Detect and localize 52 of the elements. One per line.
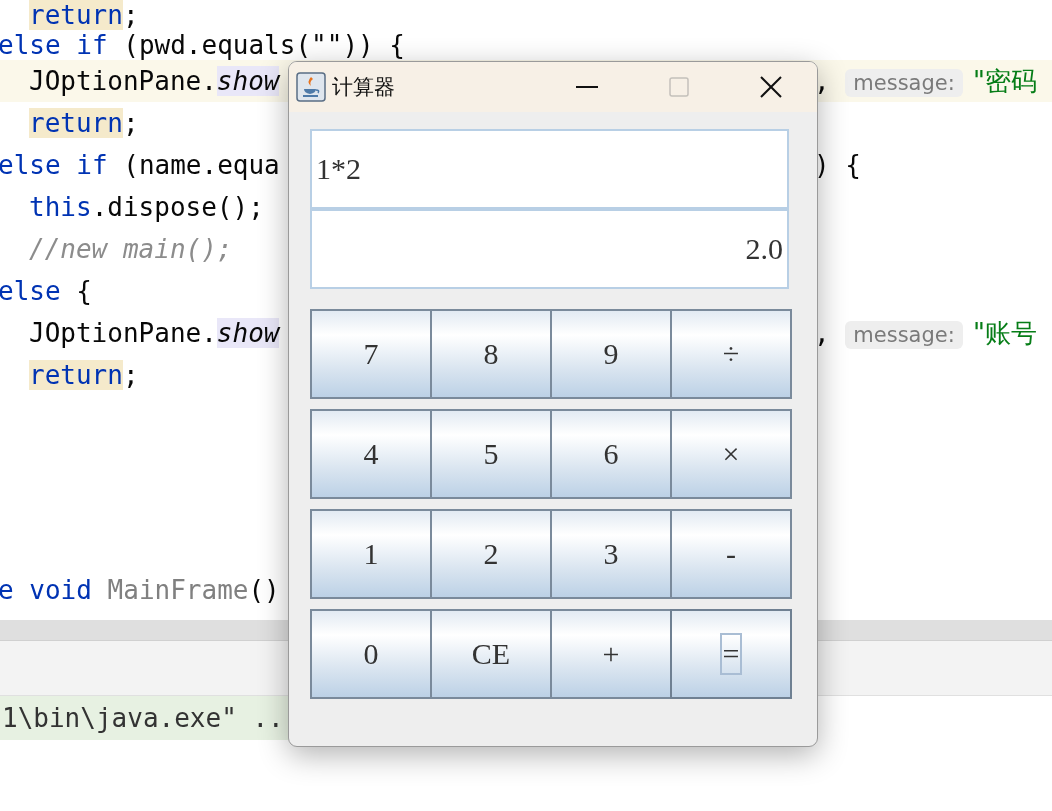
calculator-key[interactable]: = <box>670 609 792 699</box>
calculator-key[interactable]: 0 <box>310 609 432 699</box>
calculator-key[interactable]: ÷ <box>670 309 792 399</box>
keyword: return <box>29 360 123 390</box>
calculator-key[interactable]: CE <box>430 609 552 699</box>
code-text: () <box>248 575 280 605</box>
parameter-hint: message: <box>845 320 963 349</box>
keyword: this <box>29 192 92 222</box>
code-text: ) { <box>814 150 861 180</box>
coffee-cup-icon <box>296 72 326 102</box>
method-name: show <box>216 66 280 96</box>
calculator-key[interactable]: 2 <box>430 509 552 599</box>
method-name: show <box>216 318 280 348</box>
calculator-key[interactable]: - <box>670 509 792 599</box>
calculator-key[interactable]: + <box>550 609 672 699</box>
calculator-key[interactable]: 6 <box>550 409 672 499</box>
parameter-hint: message: <box>845 68 963 97</box>
code-text: ; <box>122 108 139 138</box>
code-text: JOptionPane. <box>29 318 217 348</box>
minimize-icon <box>576 86 598 88</box>
code-comment: //new main(); <box>29 234 233 264</box>
code-text: ; <box>122 360 139 390</box>
method-name: MainFrame <box>106 575 249 605</box>
code-text: , <box>814 65 831 96</box>
calculator-key[interactable]: 7 <box>310 309 432 399</box>
calculator-key[interactable]: 4 <box>310 409 432 499</box>
maximize-icon <box>668 76 690 98</box>
keyword: return <box>29 0 123 30</box>
calculator-key[interactable]: 5 <box>430 409 552 499</box>
calculator-key[interactable]: 8 <box>430 309 552 399</box>
code-text: ; <box>122 0 139 30</box>
calculator-key[interactable]: 3 <box>550 509 672 599</box>
calculator-key[interactable]: × <box>670 409 792 499</box>
keyword: e void <box>0 575 92 605</box>
string-literal: "账号 <box>972 317 1037 348</box>
string-literal: "密码 <box>972 65 1037 96</box>
code-text: , <box>814 317 831 348</box>
keyword: else if <box>0 150 108 180</box>
code-text: .dispose(); <box>91 192 264 222</box>
window-title: 计算器 <box>332 74 395 101</box>
expression-field[interactable]: 1*2 <box>310 129 789 209</box>
code-text: (pwd.equals("")) { <box>122 30 405 60</box>
calculator-key[interactable]: 1 <box>310 509 432 599</box>
close-icon <box>760 76 782 98</box>
keyword: return <box>29 108 123 138</box>
keyword: else if <box>0 30 108 60</box>
code-text: { <box>75 276 92 306</box>
result-field[interactable]: 2.0 <box>310 209 789 289</box>
calculator-key[interactable]: 9 <box>550 309 672 399</box>
code-text: JOptionPane. <box>29 66 217 96</box>
keyword: else <box>0 276 61 306</box>
code-text: (name.equa <box>122 150 280 180</box>
